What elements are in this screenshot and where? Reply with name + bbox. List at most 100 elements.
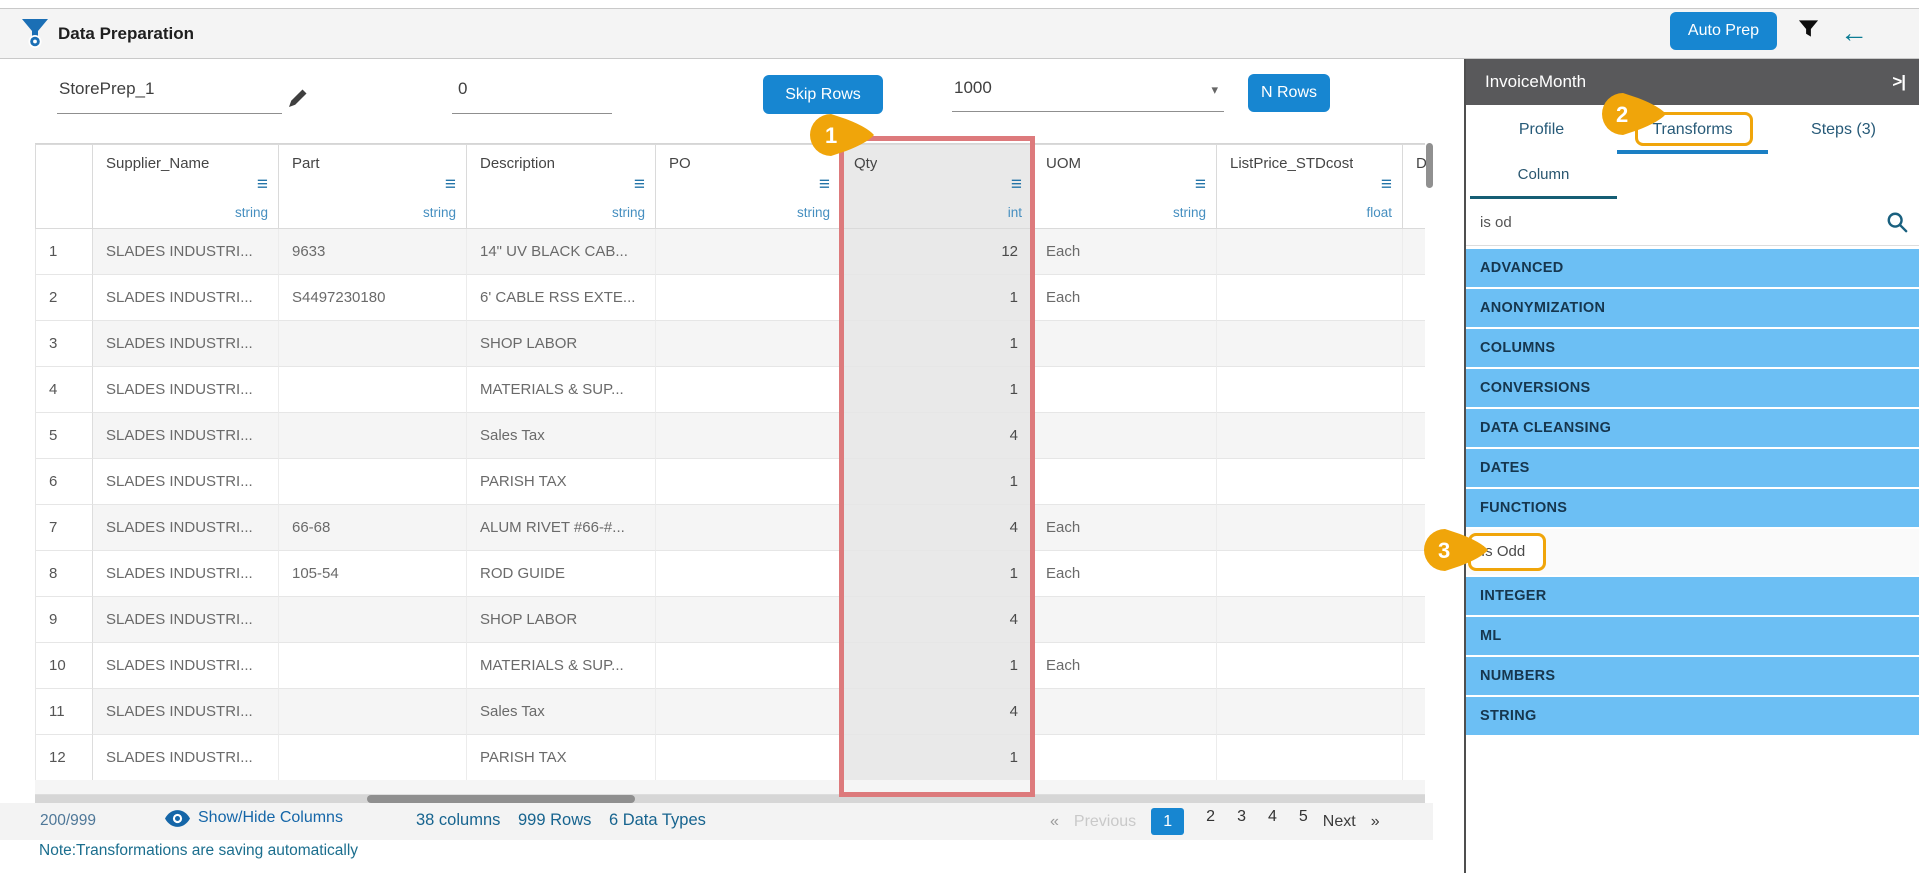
column-header-uom[interactable]: UOM ≡ string xyxy=(1033,144,1217,229)
transform-result-row[interactable]: Is Odd xyxy=(1466,529,1919,575)
status-bar: 200/999 Show/Hide Columns 38 columns 999… xyxy=(0,803,1433,840)
transform-category-data-cleansing[interactable]: DATA CLEANSING xyxy=(1466,409,1919,447)
column-header-listprice_stdcost[interactable]: ListPrice_STDcost ≡ float xyxy=(1217,144,1403,229)
table-cell: 1 xyxy=(841,275,1033,321)
page-number-1[interactable]: 1 xyxy=(1151,808,1185,835)
columns-count: 38 columns xyxy=(416,811,501,829)
column-menu-icon[interactable]: ≡ xyxy=(445,175,456,194)
page-number-2[interactable]: 2 xyxy=(1206,808,1215,835)
transform-category-columns[interactable]: COLUMNS xyxy=(1466,329,1919,367)
horizontal-scrollbar-thumb[interactable] xyxy=(367,795,635,803)
filter-icon[interactable] xyxy=(1797,16,1820,42)
table-row: 9 SLADES INDUSTRI... SHOP LABOR 4 xyxy=(35,597,1425,643)
page-number-3[interactable]: 3 xyxy=(1237,808,1246,835)
svg-text:3: 3 xyxy=(1438,538,1450,563)
back-arrow-icon[interactable]: ← xyxy=(1840,11,1868,55)
table-cell xyxy=(1033,735,1217,781)
collapse-panel-icon[interactable]: >| xyxy=(1892,59,1906,105)
table-row: 6 SLADES INDUSTRI... PARISH TAX 1 xyxy=(35,459,1425,505)
table-cell xyxy=(1217,321,1403,367)
table-cell xyxy=(1033,367,1217,413)
dataset-name-input[interactable] xyxy=(57,72,282,114)
table-cell xyxy=(656,643,841,689)
table-row: 7 SLADES INDUSTRI... 66-68 ALUM RIVET #66-#… xyxy=(35,505,1425,551)
transform-search-input[interactable] xyxy=(1480,199,1860,245)
table-cell: Each xyxy=(1033,551,1217,597)
transform-category-conversions[interactable]: CONVERSIONS xyxy=(1466,369,1919,407)
transform-category-dates[interactable]: DATES xyxy=(1466,449,1919,487)
vertical-scrollbar-thumb[interactable] xyxy=(1426,143,1433,188)
page-number-5[interactable]: 5 xyxy=(1299,808,1308,835)
table-cell xyxy=(656,275,841,321)
column-menu-icon[interactable]: ≡ xyxy=(1381,175,1392,194)
tab-steps-3[interactable]: Steps (3) xyxy=(1768,105,1919,154)
column-header-rownum[interactable] xyxy=(35,144,93,229)
top-bar: Data Preparation Auto Prep ← xyxy=(0,8,1919,59)
n-rows-button[interactable]: N Rows xyxy=(1248,74,1330,112)
transform-category-functions[interactable]: FUNCTIONS xyxy=(1466,489,1919,527)
transform-category-list: ADVANCED ANONYMIZATION COLUMNS CONVERSIONS D… xyxy=(1466,246,1919,735)
column-menu-icon[interactable]: ≡ xyxy=(257,175,268,194)
row-number-cell: 2 xyxy=(35,275,93,321)
column-header-description[interactable]: Description ≡ string xyxy=(467,144,656,229)
table-row-partial xyxy=(35,780,1425,795)
column-type-label: string xyxy=(796,205,830,220)
column-header-d[interactable]: D xyxy=(1403,144,1427,229)
column-type-label: string xyxy=(611,205,645,220)
n-rows-select[interactable]: 1000 ▾ xyxy=(952,70,1224,112)
column-menu-icon[interactable]: ≡ xyxy=(819,175,830,194)
table-cell: MATERIALS & SUP... xyxy=(467,643,656,689)
column-header-part[interactable]: Part ≡ string xyxy=(279,144,467,229)
transform-category-advanced[interactable]: ADVANCED xyxy=(1466,249,1919,287)
show-hide-columns-label: Show/Hide Columns xyxy=(198,809,343,826)
table-cell: SLADES INDUSTRI... xyxy=(93,459,279,505)
row-number-cell: 10 xyxy=(35,643,93,689)
transform-category-ml[interactable]: ML xyxy=(1466,617,1919,655)
column-menu-icon[interactable]: ≡ xyxy=(634,175,645,194)
table-cell: 4 xyxy=(841,505,1033,551)
last-page-arrow[interactable]: » xyxy=(1371,813,1380,831)
page-number-4[interactable]: 4 xyxy=(1268,808,1277,835)
table-cell xyxy=(1403,459,1425,505)
table-cell xyxy=(279,413,467,459)
transform-category-integer[interactable]: INTEGER xyxy=(1466,577,1919,615)
show-hide-columns-button[interactable]: Show/Hide Columns xyxy=(165,809,343,827)
next-page-button[interactable]: Next xyxy=(1323,813,1356,831)
table-cell xyxy=(1033,459,1217,505)
table-row: 4 SLADES INDUSTRI... MATERIALS & SUP... 1 xyxy=(35,367,1425,413)
skip-rows-input[interactable] xyxy=(452,72,612,114)
table-cell: ROD GUIDE xyxy=(467,551,656,597)
row-number-cell: 3 xyxy=(35,321,93,367)
transform-category-anonymization[interactable]: ANONYMIZATION xyxy=(1466,289,1919,327)
table-cell xyxy=(656,367,841,413)
table-cell xyxy=(279,367,467,413)
transform-category-string[interactable]: STRING xyxy=(1466,697,1919,735)
table-cell: SLADES INDUSTRI... xyxy=(93,689,279,735)
table-cell: 9633 xyxy=(279,229,467,275)
table-cell xyxy=(1403,321,1425,367)
search-icon[interactable] xyxy=(1886,211,1908,233)
table-cell: ALUM RIVET #66-#... xyxy=(467,505,656,551)
page-title: Data Preparation xyxy=(58,24,195,43)
column-menu-icon[interactable]: ≡ xyxy=(1195,175,1206,194)
table-cell xyxy=(1403,597,1425,643)
column-menu-icon[interactable]: ≡ xyxy=(1011,175,1022,194)
horizontal-scrollbar[interactable] xyxy=(35,795,1425,803)
column-header-supplier_name[interactable]: Supplier_Name ≡ string xyxy=(93,144,279,229)
previous-page-button[interactable]: Previous xyxy=(1074,813,1136,831)
first-page-arrow[interactable]: « xyxy=(1050,813,1059,831)
transform-category-numbers[interactable]: NUMBERS xyxy=(1466,657,1919,695)
table-cell xyxy=(656,597,841,643)
skip-rows-button[interactable]: Skip Rows xyxy=(763,75,883,114)
table-cell xyxy=(1217,551,1403,597)
table-cell: MATERIALS & SUP... xyxy=(467,367,656,413)
annotation-badge-3: 3 xyxy=(1424,529,1488,571)
table-cell xyxy=(1403,735,1425,781)
tab-column[interactable]: Column xyxy=(1470,154,1617,199)
auto-prep-button[interactable]: Auto Prep xyxy=(1670,12,1777,50)
table-cell xyxy=(1217,229,1403,275)
table-cell: SHOP LABOR xyxy=(467,597,656,643)
edit-pencil-icon[interactable] xyxy=(286,86,310,110)
tab-profile[interactable]: Profile xyxy=(1466,105,1617,154)
column-type-label: string xyxy=(1172,205,1206,220)
